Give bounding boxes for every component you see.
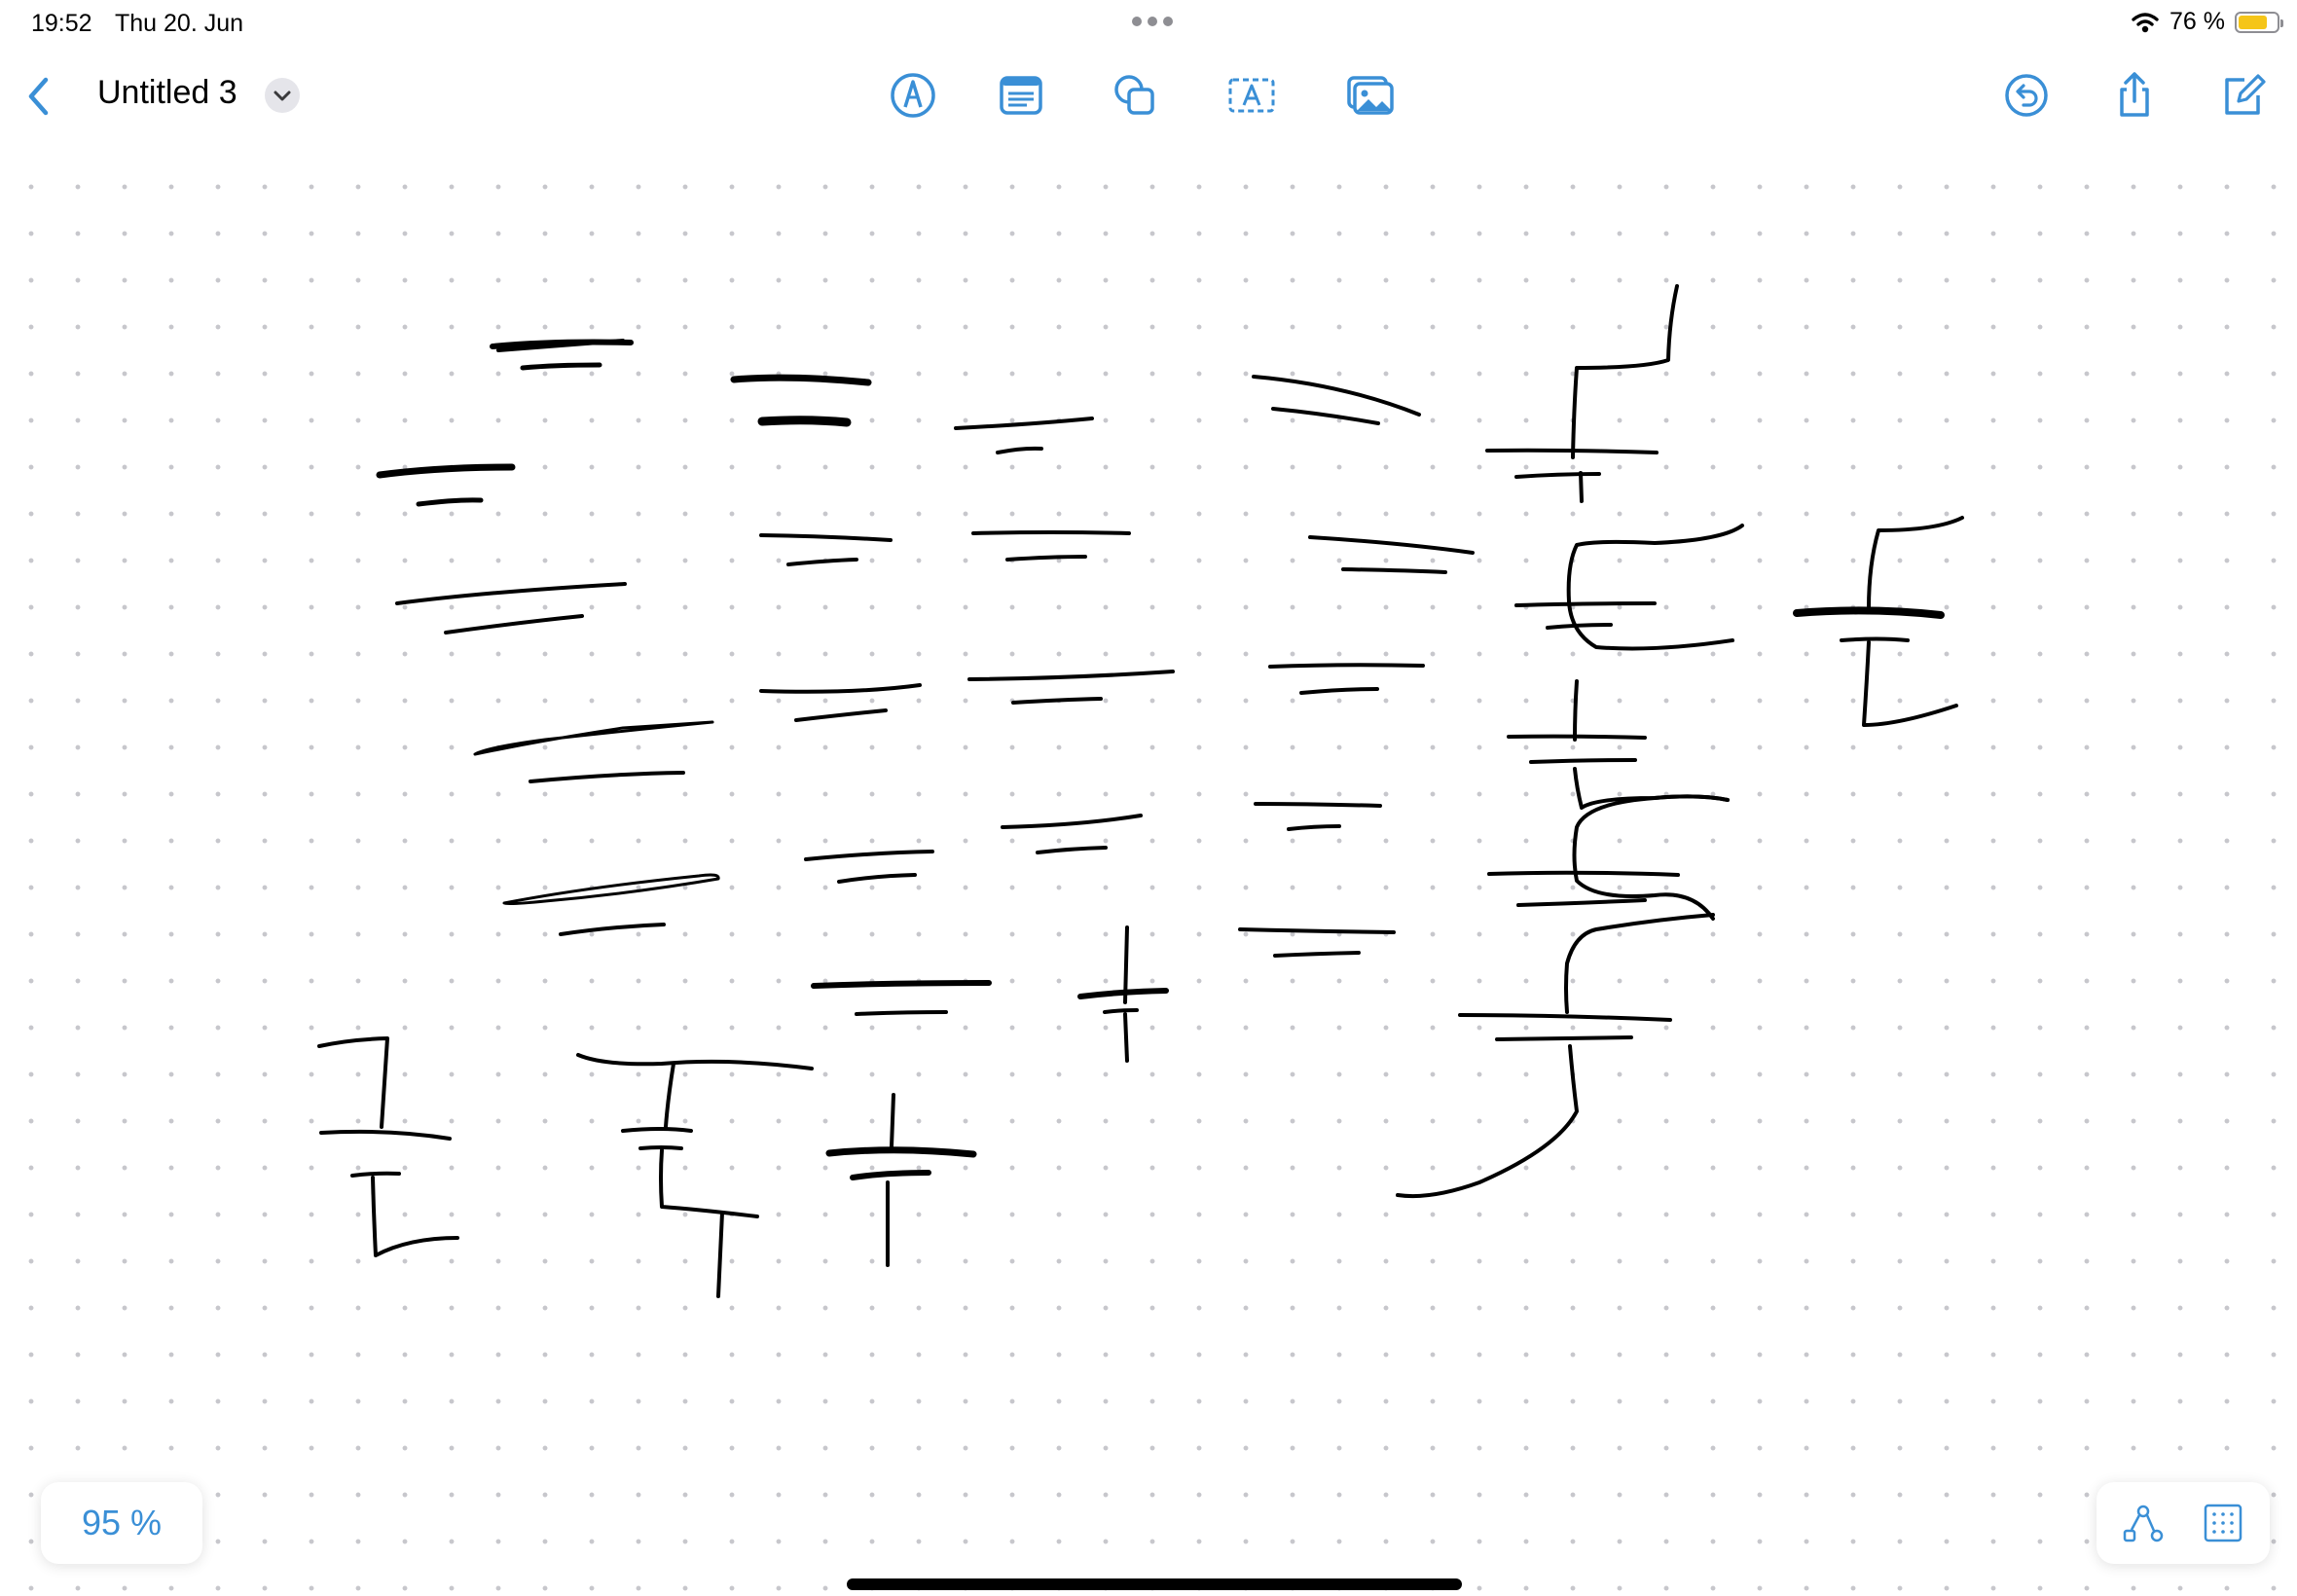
ink-stroke — [1507, 734, 1647, 740]
ink-stroke — [371, 1176, 459, 1257]
ink-stroke — [1516, 898, 1647, 907]
ink-stroke — [759, 683, 922, 694]
ink-drawing[interactable] — [0, 0, 2297, 1596]
ink-stroke — [837, 873, 917, 884]
ink-stroke — [1036, 846, 1108, 854]
ink-stroke — [1103, 1008, 1139, 1014]
ink-stroke — [444, 614, 584, 635]
ink-stroke — [376, 463, 516, 479]
diagram-icon[interactable] — [2120, 1500, 2167, 1546]
ink-stroke — [1529, 758, 1637, 764]
ink-stroke — [1514, 601, 1657, 607]
ink-stroke — [1396, 1044, 1579, 1199]
ink-stroke — [1341, 567, 1447, 574]
ink-stroke — [1487, 870, 1680, 877]
ink-stroke — [890, 1093, 895, 1148]
ink-stroke — [811, 980, 992, 989]
ink-stroke — [1123, 1012, 1129, 1063]
ink-stroke — [786, 558, 858, 566]
ink-stroke — [659, 1148, 759, 1218]
ink-stroke — [1862, 640, 1958, 727]
ink-stroke — [1077, 988, 1169, 999]
ink-stroke — [1308, 535, 1475, 555]
ink-stroke — [1867, 516, 1964, 610]
ink-stroke — [638, 1145, 683, 1150]
ink-stroke — [621, 1127, 693, 1133]
ink-stroke — [1268, 663, 1425, 669]
ink-stroke — [730, 374, 872, 386]
ink-stroke — [576, 1053, 814, 1070]
ink-stroke — [1485, 448, 1659, 454]
ink-stroke — [664, 1062, 675, 1129]
ink-stroke — [1571, 284, 1679, 459]
ink-stroke — [1573, 767, 1730, 810]
ink-stroke — [1273, 951, 1361, 958]
bottom-tools — [2096, 1482, 2270, 1564]
ink-stroke — [559, 923, 666, 936]
ink-stroke — [1287, 824, 1341, 831]
ink-stroke — [317, 1036, 389, 1129]
zoom-level-label: 95 % — [81, 1503, 163, 1542]
ink-stroke — [757, 416, 852, 427]
ink-stroke — [1514, 472, 1601, 479]
ink-stroke — [1299, 687, 1379, 695]
ink-stroke — [996, 446, 1043, 454]
home-indicator[interactable] — [847, 1578, 1462, 1590]
ink-stroke — [319, 1129, 452, 1141]
ink-stroke — [1579, 471, 1584, 503]
ink-stroke — [1254, 802, 1382, 808]
ink-stroke — [794, 708, 888, 722]
ink-stroke — [1546, 623, 1613, 630]
ink-stroke — [716, 1211, 724, 1298]
ink-stroke — [1005, 555, 1087, 562]
ink-stroke — [529, 771, 685, 783]
ink-stroke — [804, 850, 934, 861]
ink-stroke — [967, 670, 1175, 681]
freeform-app: 19:52 Thu 20. Jun 76 % Untitled 3 95 % — [0, 0, 2297, 1596]
grid-icon[interactable] — [2200, 1500, 2246, 1546]
ink-stroke — [1001, 814, 1143, 829]
ink-stroke — [850, 1170, 931, 1180]
ink-stroke — [759, 533, 893, 542]
ink-stroke — [1271, 407, 1380, 425]
ink-stroke — [825, 1146, 977, 1158]
ink-stroke — [1840, 636, 1910, 642]
ink-stroke — [502, 873, 720, 906]
ink-stroke — [416, 497, 484, 507]
zoom-level-button[interactable]: 95 % — [41, 1482, 202, 1564]
ink-stroke — [1011, 697, 1103, 705]
ink-stroke — [350, 1171, 401, 1178]
ink-stroke — [1458, 1013, 1672, 1022]
ink-stroke — [395, 582, 627, 605]
ink-stroke — [971, 530, 1131, 535]
ink-stroke — [1238, 927, 1396, 934]
ink-stroke — [473, 720, 714, 756]
ink-stroke — [1495, 1035, 1633, 1041]
ink-stroke — [954, 417, 1094, 430]
ink-stroke — [855, 1010, 948, 1016]
ink-stroke — [1793, 606, 1945, 619]
ink-stroke — [1564, 913, 1715, 1014]
ink-stroke — [1573, 679, 1579, 742]
ink-stroke — [1566, 524, 1744, 651]
ink-stroke — [520, 362, 602, 371]
